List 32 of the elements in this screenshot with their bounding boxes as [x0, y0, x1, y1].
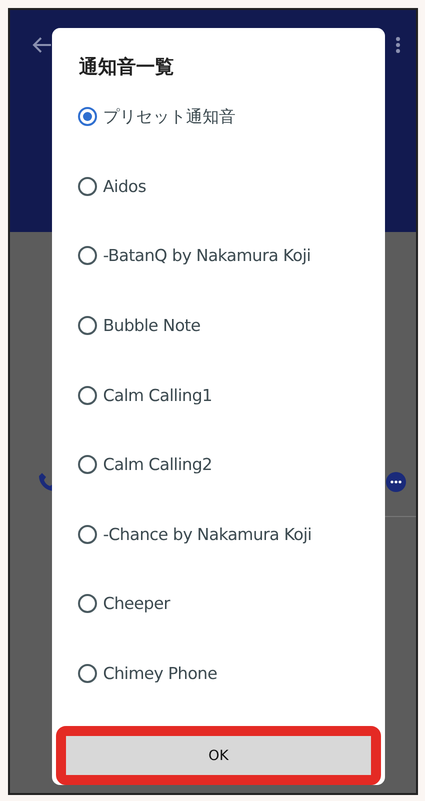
option-label: -Chance by Nakamura Koji [103, 524, 312, 544]
ringtone-option[interactable]: -BatanQ by Nakamura Koji [52, 221, 385, 291]
option-label: Bubble Note [103, 316, 200, 336]
radio-button[interactable] [78, 316, 97, 336]
option-label: Calm Calling2 [103, 455, 212, 474]
dialog-title: 通知音一覧 [78, 55, 175, 80]
radio-button[interactable] [78, 386, 97, 405]
ringtone-option[interactable]: Chimey Phone [52, 638, 385, 708]
back-arrow-icon[interactable] [32, 36, 52, 54]
ringtone-option[interactable]: プリセット通知音 [52, 82, 385, 152]
radio-button[interactable] [78, 524, 97, 544]
ringtone-option[interactable]: Calm Calling1 [52, 360, 385, 430]
ringtone-option[interactable]: Aidos [52, 152, 385, 222]
ringtone-option[interactable]: Cheeper [52, 569, 385, 639]
radio-button[interactable] [78, 107, 97, 126]
radio-button[interactable] [78, 246, 97, 266]
radio-button[interactable] [78, 176, 97, 196]
ringtone-option[interactable]: Calm Calling2 [52, 430, 385, 500]
option-label: プリセット通知音 [103, 106, 236, 128]
option-label: Chimey Phone [103, 664, 218, 684]
message-icon[interactable] [386, 472, 406, 492]
option-label: Cheeper [103, 594, 170, 614]
radio-button[interactable] [78, 455, 97, 474]
option-label: -BatanQ by Nakamura Koji [103, 246, 311, 266]
radio-button[interactable] [78, 594, 97, 614]
ok-button[interactable]: OK [66, 736, 371, 775]
ringtone-option[interactable]: -Chance by Nakamura Koji [52, 500, 385, 570]
ringtone-option[interactable]: Bubble Note [52, 290, 385, 360]
option-label: Aidos [103, 176, 146, 196]
radio-button[interactable] [78, 664, 97, 684]
more-options-icon[interactable] [395, 36, 401, 54]
option-label: Calm Calling1 [103, 386, 212, 405]
